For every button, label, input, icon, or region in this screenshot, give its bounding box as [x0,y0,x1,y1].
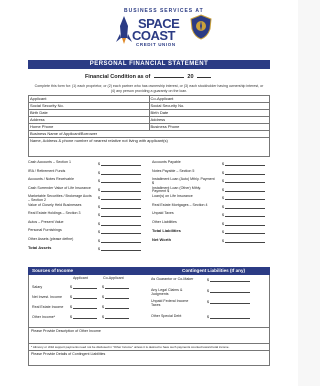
contingent-details-field[interactable]: Please Provide Details of Contingent Lia… [28,350,270,367]
contingent-header: Contingent Liabilities (If any) [182,268,246,274]
asset-amount-field[interactable] [101,207,141,209]
financial-condition-label: Financial Condition as of [84,74,151,80]
asset-amount-field[interactable] [101,233,141,235]
asset-amount-field[interactable] [101,165,141,167]
liability-amount-field[interactable] [225,165,265,167]
liabilities-column: Accounts Payable $ Notes Payable – Sectio… [152,160,270,247]
financial-condition-line: Financial Condition as of 20 [28,74,270,80]
income-co-applicant-field[interactable] [105,318,129,320]
business-phone-field[interactable]: Business Phone [148,123,270,132]
asset-label: Real Estate Holdings – Section 3 [28,211,81,216]
income-header: Sources of Income [32,268,74,274]
other-income-description-field[interactable]: Please Provide Description of Other Inco… [28,327,270,345]
income-row: Net Invest. Income $ $ [32,295,142,305]
co-ssn-field[interactable]: Social Security No. [148,102,270,111]
form-header: BUSINESS SERVICES AT SPACE COAST CREDIT … [28,6,270,60]
liability-label: Real Estate Mortgages – Section 4 [152,202,208,207]
income-applicant-field[interactable] [73,288,97,290]
income-row: Real Estate Income $ $ [32,305,142,315]
income-contingent-section: Applicant Co-Applicant Salary $ $ Net Inve… [28,275,270,328]
applicant-column-label: Applicant [73,276,88,281]
asset-amount-field[interactable] [101,216,141,218]
liability-label: Other Liabilities [152,219,177,224]
liability-amount-field[interactable] [225,224,265,226]
co-applicant-column-label: Co-Applicant [103,276,124,281]
liability-amount-field[interactable] [225,182,265,184]
liability-amount-field[interactable] [225,216,265,218]
net-worth-field[interactable] [225,241,265,243]
income-contingent-header: Sources of Income Contingent Liabilities… [28,267,270,276]
contingent-amount-field[interactable] [210,318,250,320]
liability-amount-field[interactable] [225,199,265,201]
asset-amount-field[interactable] [101,173,141,175]
total-assets-field[interactable] [101,250,141,252]
rocket-logo-icon [116,16,132,44]
income-co-applicant-field[interactable] [105,308,129,310]
liability-label: Installment Loan (Auto) Mthly. Payment $ [152,177,215,185]
liability-amount-field[interactable] [225,173,265,175]
income-co-applicant-field[interactable] [105,298,129,300]
asset-label: Accounts / Notes Receivable [28,177,74,182]
asset-label: Autos – Present Value [28,219,64,224]
liability-amount-field[interactable] [225,190,265,192]
birth-date-field[interactable]: Birth Date [28,109,150,118]
applicant-info-table: Applicant Co-Applicant Social Security N… [28,95,270,158]
contingent-amount-field[interactable] [210,292,250,294]
total-assets-label: Total Assets [28,245,52,251]
asset-label: Value of Closely Held Businesses [28,202,82,207]
applicant-field[interactable]: Applicant [28,95,150,104]
income-row: Salary $ $ [32,285,142,295]
income-co-applicant-field[interactable] [105,288,129,290]
nearest-relative-field[interactable]: Name, Address & phone number of nearest … [28,137,270,158]
asset-amount-field[interactable] [101,190,141,192]
asset-amount-field[interactable] [101,241,141,243]
asset-amount-field[interactable] [101,199,141,201]
asset-label: Marketable Securities / Brokerage Accts … [28,194,92,202]
liability-label: Accounts Payable [152,160,181,165]
liability-label: Notes Payable – Section 5 [152,168,195,173]
total-liabilities-field[interactable] [225,233,265,235]
brand-name-credit-union: CREDIT UNION [136,42,176,47]
asset-label: Other Assets (please define) [28,236,74,241]
condition-date-field[interactable] [153,77,184,78]
home-phone-field[interactable]: Home Phone [28,123,150,132]
co-birth-date-field[interactable]: Birth Date [148,109,270,118]
shield-seal-icon [190,14,212,40]
liability-amount-field[interactable] [225,207,265,209]
income-applicant-field[interactable] [73,318,97,320]
year-prefix: 20 [187,74,194,80]
total-liabilities-label: Total Liabilities [152,228,181,234]
brand-name-coast: COAST [132,28,176,43]
asset-amount-field[interactable] [101,182,141,184]
instructions-text: Complete this form for: (1) each proprie… [34,84,264,93]
financial-statement-form: BUSINESS SERVICES AT SPACE COAST CREDIT … [0,0,298,386]
net-worth-label: Net Worth [152,236,172,242]
co-applicant-field[interactable]: Co-Applicant [148,95,270,104]
total-assets-row: Total Assets $ [28,246,146,255]
condition-year-field[interactable] [197,77,212,78]
contingent-amount-field[interactable] [210,303,250,305]
income-applicant-field[interactable] [73,308,97,310]
assets-column: Cash Accounts – Section 1 $ IRA / Retirem… [28,160,146,255]
asset-label: IRA / Retirement Funds [28,168,66,173]
asset-label: Cash Surrender Value of Life Insurance [28,185,91,190]
ssn-field[interactable]: Social Security No. [28,102,150,111]
assets-liabilities-section: Cash Accounts – Section 1 $ IRA / Retirem… [28,160,270,265]
address-field[interactable]: Address [28,116,150,125]
co-address-field[interactable]: Address [148,116,270,125]
income-row: Other Income* $ $ [32,315,142,325]
asset-label: Cash Accounts – Section 1 [28,160,71,165]
business-name-field[interactable]: Business Name of Applicant/Borrower [28,130,270,139]
income-applicant-field[interactable] [73,298,97,300]
net-worth-row: Net Worth $ [152,236,270,247]
liability-label: Installment Loan (Other) Mthly. Payment … [152,185,202,194]
contingent-amount-field[interactable] [210,281,250,283]
liability-label: Unpaid Taxes [152,211,174,216]
asset-amount-field[interactable] [101,224,141,226]
form-title: PERSONAL FINANCIAL STATEMENT [28,60,270,69]
liability-label: Loan(s) on Life Insurance [152,194,193,199]
asset-label: Personal Furnishings [28,228,62,233]
